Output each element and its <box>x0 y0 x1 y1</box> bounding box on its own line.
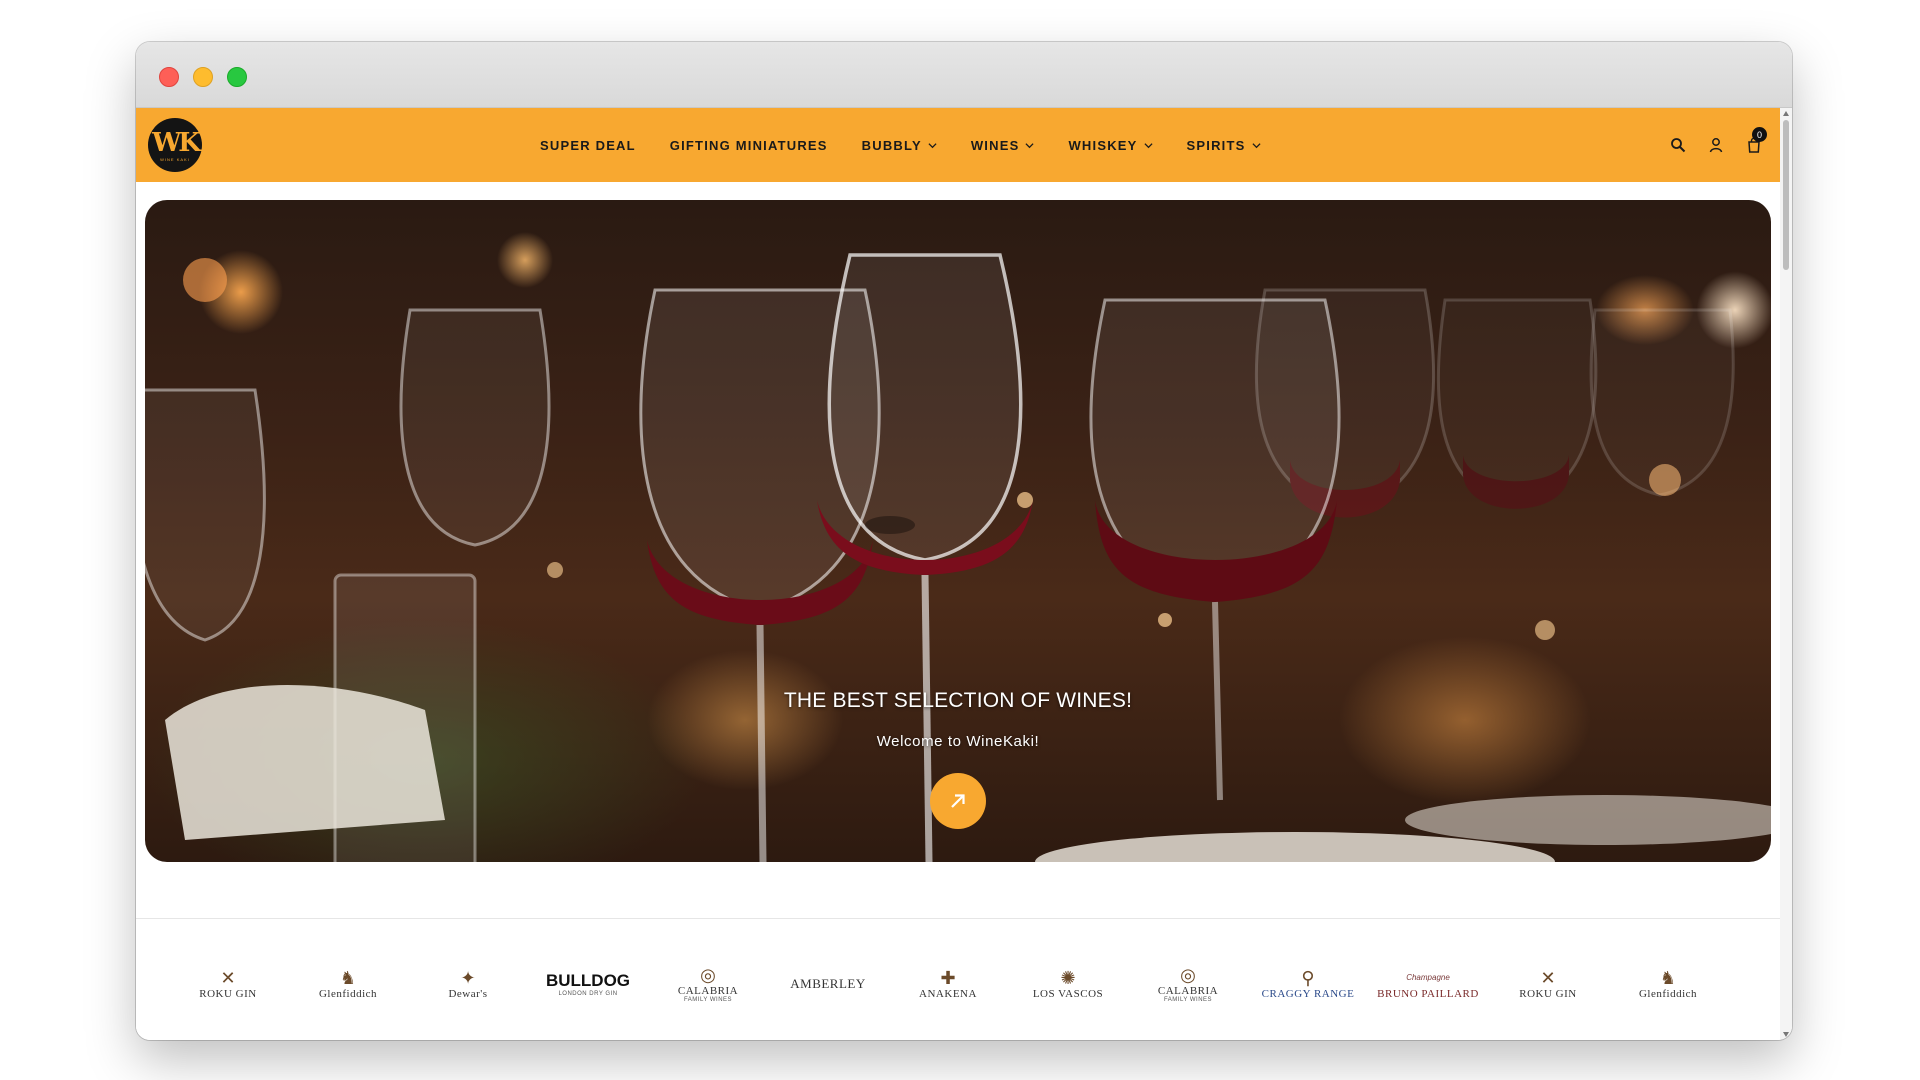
hero-title: THE BEST SELECTION OF WINES! <box>783 689 1133 712</box>
brand-tagline: LONDON DRY GIN <box>558 991 618 997</box>
nav-label: GIFTING MINIATURES <box>669 137 828 153</box>
nav-item-bubbly[interactable]: BUBBLY <box>862 138 937 153</box>
brand-name: BRUNO PAILLARD <box>1377 988 1479 1000</box>
brand-logo[interactable]: Champagne BRUNO PAILLARD <box>1368 954 1488 1014</box>
brand-emblem-icon: ♞ <box>339 968 357 988</box>
brand-name: ANAKENA <box>919 988 977 1000</box>
site-logo[interactable]: WK WINE KAKI <box>148 118 202 172</box>
nav-label: SPIRITS <box>1186 137 1246 153</box>
logo-subtext: WINE KAKI <box>160 157 190 162</box>
brand-carousel: ✕ ROKU GIN ♞ Glenfiddich ✦ Dewar's BULLDOG LOND… <box>136 918 1780 1040</box>
brand-logo[interactable]: ⚲ CRAGGY RANGE <box>1248 954 1368 1014</box>
brand-emblem-icon: ✦ <box>460 968 476 988</box>
brand-logo[interactable]: ♞ Glenfiddich <box>1608 954 1728 1014</box>
wine-glasses-image <box>145 253 1771 862</box>
page-viewport: WK WINE KAKI SUPER DEAL GIFTING MINIATUR… <box>136 108 1792 1040</box>
nav-item-spirits[interactable]: SPIRITS <box>1187 138 1261 153</box>
browser-window: WK WINE KAKI SUPER DEAL GIFTING MINIATUR… <box>136 42 1792 1040</box>
hero-cta-button[interactable] <box>930 773 986 829</box>
chevron-down-icon <box>1143 142 1153 148</box>
brand-emblem-icon: ✚ <box>940 968 956 988</box>
brand-logo[interactable]: ✦ Dewar's <box>408 954 528 1014</box>
brand-name: CALABRIA <box>677 985 739 997</box>
nav-item-wines[interactable]: WINES <box>971 138 1035 153</box>
nav-item-whiskey[interactable]: WHISKEY <box>1068 137 1153 153</box>
brand-name: Glenfiddich <box>318 988 378 1000</box>
brand-tagline: FAMILY WINES <box>683 997 733 1003</box>
logo-mark: WK <box>152 128 201 158</box>
nav-label: SUPER DEAL <box>540 137 636 153</box>
brand-emblem-icon: ✺ <box>1060 968 1076 988</box>
nav-label: WINES <box>970 137 1020 153</box>
chevron-down-icon <box>928 142 937 148</box>
brand-tagline: FAMILY WINES <box>1163 997 1213 1003</box>
search-icon[interactable] <box>1670 137 1686 153</box>
brand-emblem-icon: Champagne <box>1406 973 1450 982</box>
brand-logo[interactable]: ✺ LOS VASCOS <box>1008 954 1128 1014</box>
brand-logo[interactable]: De <box>1728 954 1780 1014</box>
brand-name: BULLDOG <box>545 971 631 990</box>
close-window-button[interactable] <box>159 67 179 87</box>
nav-item-super-deal[interactable]: SUPER DEAL <box>540 138 636 153</box>
nav-label: BUBBLY <box>861 137 922 153</box>
brand-name: ROKU GIN <box>1519 988 1577 1000</box>
brand-logo[interactable]: ◎ CALABRIA FAMILY WINES <box>648 954 768 1014</box>
scroll-down-arrow[interactable] <box>1783 1032 1789 1037</box>
header-actions: 0 <box>1670 108 1767 182</box>
brand-emblem-icon: ♞ <box>1659 968 1677 988</box>
scroll-up-arrow[interactable] <box>1783 111 1789 116</box>
nav-label: WHISKEY <box>1068 137 1138 153</box>
brand-logo[interactable]: BULLDOG LONDON DRY GIN <box>528 954 648 1014</box>
account-icon[interactable] <box>1708 137 1724 153</box>
brand-name: CRAGGY RANGE <box>1261 988 1355 1000</box>
arrow-up-right-icon <box>951 794 965 808</box>
brand-logo[interactable]: ◎ CALABRIA FAMILY WINES <box>1128 954 1248 1014</box>
brand-logo[interactable]: ✕ ROKU GIN <box>168 954 288 1014</box>
brand-name: CALABRIA <box>1157 985 1219 997</box>
cart-button[interactable]: 0 <box>1746 127 1767 153</box>
brand-emblem-icon: ⚲ <box>1301 968 1315 988</box>
main-nav: SUPER DEAL GIFTING MINIATURES BUBBLY WIN… <box>540 108 1295 182</box>
brand-emblem-icon: ✕ <box>220 968 236 988</box>
zoom-window-button[interactable] <box>227 67 247 87</box>
brand-logo[interactable]: ✚ ANAKENA <box>888 954 1008 1014</box>
site-header: WK WINE KAKI SUPER DEAL GIFTING MINIATUR… <box>136 108 1780 182</box>
brand-emblem-icon: ◎ <box>700 965 716 985</box>
vertical-scrollbar[interactable] <box>1780 108 1792 1040</box>
hero-subtitle: Welcome to WineKaki! <box>876 733 1040 750</box>
cart-count-badge: 0 <box>1752 127 1767 142</box>
minimize-window-button[interactable] <box>193 67 213 87</box>
scrollbar-thumb[interactable] <box>1783 120 1789 270</box>
brand-name: Dewar's <box>448 988 488 1000</box>
brand-logo[interactable]: AMBERLEY <box>768 954 888 1014</box>
brand-logo[interactable]: ✕ ROKU GIN <box>1488 954 1608 1014</box>
hero-banner: THE BEST SELECTION OF WINES! Welcome to … <box>145 200 1771 862</box>
brand-name: ROKU GIN <box>199 988 257 1000</box>
brand-emblem-icon: ✕ <box>1540 968 1556 988</box>
chevron-down-icon <box>1251 142 1261 148</box>
chevron-down-icon <box>1025 142 1034 148</box>
window-titlebar <box>136 42 1792 108</box>
nav-item-gifting-miniatures[interactable]: GIFTING MINIATURES <box>670 138 828 153</box>
brand-logo[interactable]: ♞ Glenfiddich <box>288 954 408 1014</box>
brand-list: ✕ ROKU GIN ♞ Glenfiddich ✦ Dewar's BULLDOG LOND… <box>168 919 1780 1040</box>
brand-name: AMBERLEY <box>790 976 866 991</box>
brand-name: Glenfiddich <box>1638 988 1698 1000</box>
brand-emblem-icon: ◎ <box>1180 965 1196 985</box>
brand-name: LOS VASCOS <box>1032 988 1104 1000</box>
